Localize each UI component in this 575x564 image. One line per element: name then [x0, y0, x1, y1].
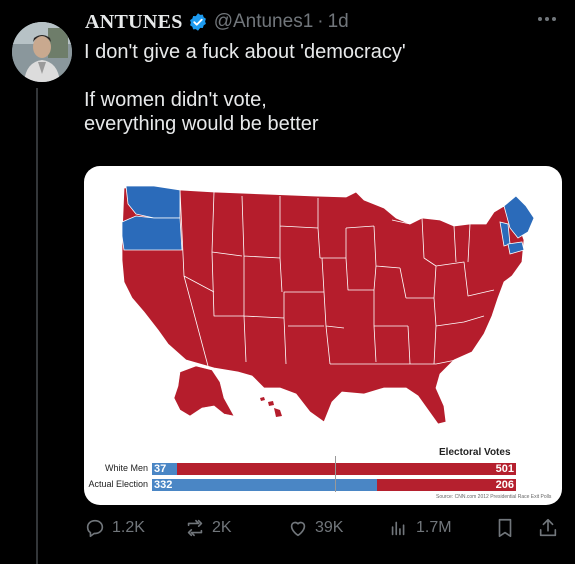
reply-button[interactable]: 1.2K — [84, 515, 145, 541]
verified-badge-icon — [188, 12, 208, 32]
media-image[interactable]: Electoral Votes White Men Actual Electio… — [84, 166, 562, 505]
bar-blue-1 — [152, 479, 377, 491]
view-count: 1.7M — [416, 519, 452, 536]
repost-button[interactable]: 2K — [184, 515, 232, 541]
bookmark-icon — [498, 518, 512, 538]
heart-icon — [290, 521, 306, 537]
bar-layer: 37 501 332 206 — [84, 166, 562, 505]
tweet-line-1: I don't give a fuck about 'democracy' — [84, 41, 406, 63]
like-button[interactable]: 39K — [287, 515, 343, 541]
bar-red-0 — [177, 463, 516, 475]
chart-source: Source: CNN.com 2012 Presidential Race E… — [436, 494, 552, 500]
thread-line — [36, 88, 38, 564]
share-icon — [539, 518, 557, 537]
separator-dot: · — [317, 11, 324, 32]
author-avatar[interactable] — [12, 22, 72, 82]
tweet-header: ANTUNES @Antunes1 · 1d — [85, 10, 349, 34]
majority-marker-line — [334, 456, 336, 492]
bar-blue-label-0: 37 — [154, 463, 167, 475]
repost-icon — [187, 519, 203, 537]
tweet-line-3: everything would be better — [84, 113, 319, 135]
share-button[interactable] — [537, 515, 565, 541]
tweet-line-2: If women didn't vote, — [84, 89, 267, 111]
views-icon — [391, 521, 405, 536]
reply-icon — [86, 519, 104, 538]
author-name[interactable]: ANTUNES — [85, 11, 183, 34]
bar-red-label-0: 501 — [495, 463, 514, 475]
post-time[interactable]: 1d — [328, 11, 349, 33]
bar-blue-label-1: 332 — [154, 479, 173, 491]
reply-count: 1.2K — [112, 519, 145, 536]
more-options-icon[interactable] — [538, 14, 560, 24]
like-count: 39K — [315, 519, 344, 536]
repost-count: 2K — [212, 519, 232, 536]
author-handle[interactable]: @Antunes1 — [214, 11, 314, 33]
bookmark-button[interactable] — [494, 515, 522, 541]
tweet-text: I don't give a fuck about 'democracy' If… — [84, 40, 554, 136]
bar-red-label-1: 206 — [495, 479, 514, 491]
action-bar: 1.2K 2K 39K 1.7M — [84, 515, 564, 541]
views-button[interactable]: 1.7M — [388, 515, 452, 541]
